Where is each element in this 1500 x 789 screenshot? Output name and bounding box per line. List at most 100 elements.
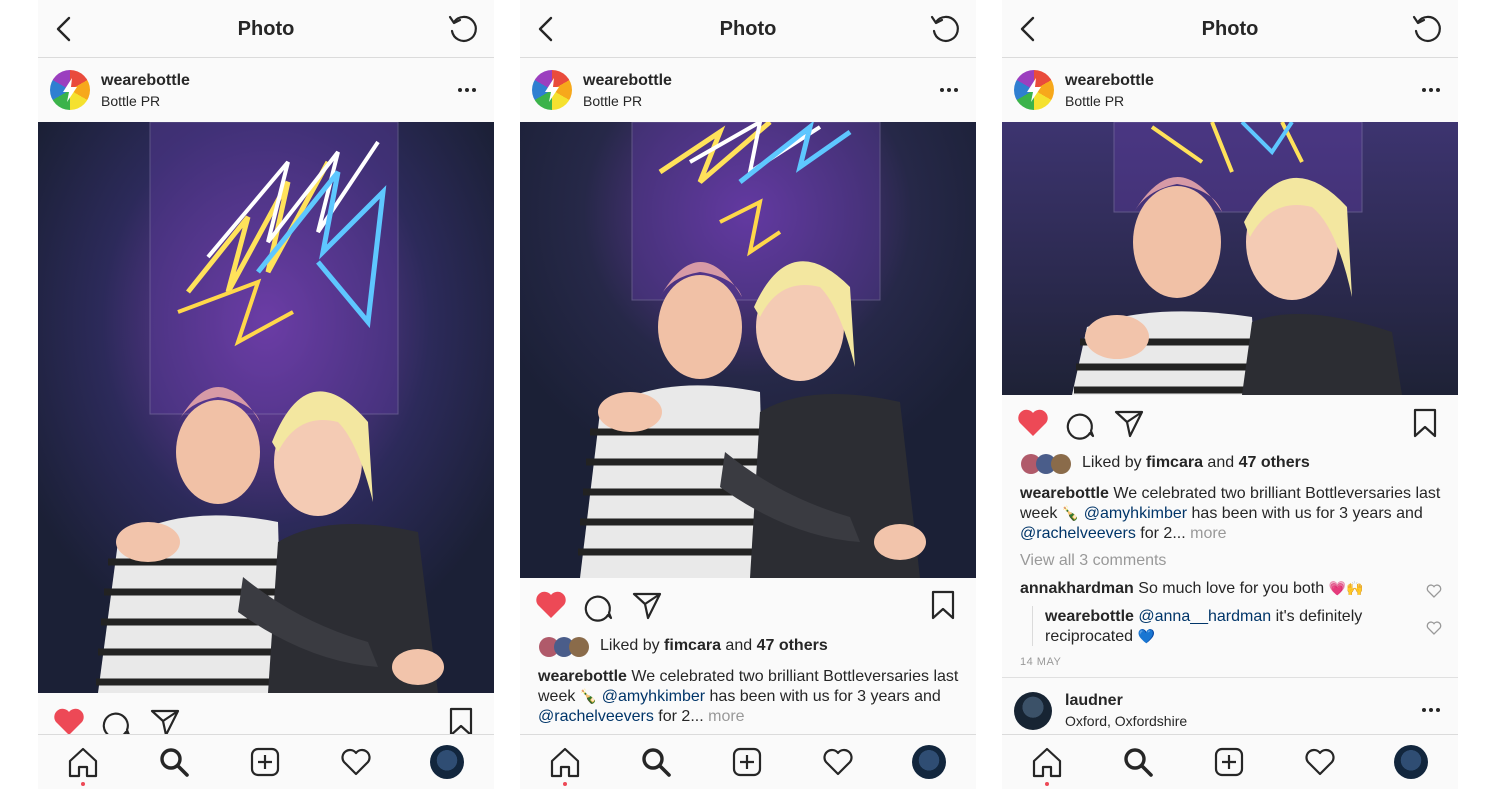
photo-image — [38, 122, 494, 693]
post-timestamp: 14 MAY — [1020, 656, 1062, 668]
next-post-location[interactable]: Oxford, Oxfordshire — [1065, 713, 1187, 729]
liked-by-row[interactable]: Liked by fimcara and 47 others — [538, 636, 968, 660]
avatar[interactable] — [532, 70, 572, 110]
post-action-bar — [1002, 398, 1458, 448]
avatar[interactable] — [50, 70, 90, 110]
page-title: Photo — [1201, 18, 1259, 40]
liked-by-and: and — [1207, 454, 1235, 471]
liked-by-prefix: Liked by — [600, 637, 660, 654]
comment: annakhardman So much love for you both 💗… — [1020, 579, 1420, 599]
post-location[interactable]: Bottle PR — [101, 93, 160, 109]
bolt-logo-icon — [63, 78, 77, 102]
post-action-bar — [520, 580, 976, 630]
post-location[interactable]: Bottle PR — [583, 93, 642, 109]
profile-avatar[interactable] — [1394, 745, 1428, 779]
photo-image — [1002, 122, 1458, 395]
search-icon[interactable] — [639, 745, 673, 779]
tab-bar — [520, 734, 976, 789]
caption-author[interactable]: wearebottle — [1020, 485, 1109, 502]
liked-by-text: Liked by fimcara and 47 others — [600, 637, 828, 655]
next-post-username[interactable]: laudner — [1065, 692, 1123, 710]
comment-reply: wearebottle @anna__hardman it's definite… — [1045, 607, 1415, 647]
caption-mention[interactable]: @rachelveevers — [538, 708, 654, 725]
liked-by-others[interactable]: 47 others — [757, 637, 828, 654]
search-icon[interactable] — [1121, 745, 1155, 779]
refresh-icon[interactable] — [446, 12, 480, 46]
refresh-icon[interactable] — [928, 12, 962, 46]
view-all-comments-link[interactable]: View all 3 comments — [1020, 552, 1166, 570]
more-options-icon[interactable] — [1420, 700, 1442, 720]
home-icon[interactable] — [548, 745, 582, 779]
caption-mention[interactable]: @amyhkimber — [602, 688, 705, 705]
caption-more-link[interactable]: more — [708, 708, 744, 725]
more-options-icon[interactable] — [938, 80, 960, 100]
post-caption: wearebottle We celebrated two brilliant … — [538, 667, 968, 727]
liked-by-row[interactable]: Liked by fimcara and 47 others — [1020, 453, 1450, 477]
post-header: wearebottle Bottle PR — [38, 58, 494, 122]
comment-author[interactable]: annakhardman — [1020, 580, 1134, 597]
share-icon[interactable] — [1112, 406, 1146, 440]
home-notification-dot — [81, 782, 85, 786]
home-icon[interactable] — [1030, 745, 1064, 779]
comment-text: So much love for you both — [1138, 580, 1325, 597]
liker-avatars-icon — [1021, 454, 1071, 474]
home-notification-dot — [563, 782, 567, 786]
profile-avatar[interactable] — [912, 745, 946, 779]
reply-author[interactable]: wearebottle — [1045, 608, 1134, 625]
liker-avatars-icon — [539, 637, 589, 657]
refresh-icon[interactable] — [1410, 12, 1444, 46]
caption-text: for 2... — [1140, 525, 1186, 542]
reply-thread-line — [1032, 606, 1033, 646]
search-icon[interactable] — [157, 745, 191, 779]
caption-mention[interactable]: @amyhkimber — [1084, 505, 1187, 522]
next-post-avatar[interactable] — [1014, 692, 1052, 730]
heart-outline-icon[interactable] — [821, 745, 855, 779]
post-divider — [1002, 677, 1458, 678]
bolt-logo-icon — [545, 78, 559, 102]
reply-mention[interactable]: @anna__hardman — [1138, 608, 1271, 625]
avatar[interactable] — [1014, 70, 1054, 110]
post-username[interactable]: wearebottle — [101, 72, 190, 90]
more-options-icon[interactable] — [1420, 80, 1442, 100]
post-username[interactable]: wearebottle — [1065, 72, 1154, 90]
comment-icon[interactable] — [1064, 406, 1098, 440]
bookmark-icon[interactable] — [926, 588, 960, 622]
share-icon[interactable] — [630, 588, 664, 622]
phone-screen-2: Photo wearebottle Bottle PR Liked by fim… — [520, 0, 976, 789]
caption-mention[interactable]: @rachelveevers — [1020, 525, 1136, 542]
liked-by-user[interactable]: fimcara — [1146, 454, 1203, 471]
heart-outline-icon[interactable] — [339, 745, 373, 779]
reply-emoji: 💙 — [1137, 629, 1155, 645]
comment-icon[interactable] — [582, 588, 616, 622]
phone-screen-3: Photo wearebottle Bottle PR Liked by fim… — [1002, 0, 1458, 789]
post-photo[interactable] — [38, 122, 494, 693]
post-header: wearebottle Bottle PR — [1002, 58, 1458, 122]
photo-image — [520, 122, 976, 578]
heart-filled-icon[interactable] — [1016, 406, 1050, 440]
post-username[interactable]: wearebottle — [583, 72, 672, 90]
add-icon[interactable] — [730, 745, 764, 779]
heart-outline-icon[interactable] — [1303, 745, 1337, 779]
comment-like-icon[interactable] — [1426, 583, 1442, 599]
caption-more-link[interactable]: more — [1190, 525, 1226, 542]
liked-by-user[interactable]: fimcara — [664, 637, 721, 654]
post-photo[interactable] — [1002, 122, 1458, 395]
caption-text: for 2... — [658, 708, 704, 725]
post-location[interactable]: Bottle PR — [1065, 93, 1124, 109]
bookmark-icon[interactable] — [1408, 406, 1442, 440]
profile-avatar[interactable] — [430, 745, 464, 779]
more-options-icon[interactable] — [456, 80, 478, 100]
add-icon[interactable] — [248, 745, 282, 779]
add-icon[interactable] — [1212, 745, 1246, 779]
liked-by-others[interactable]: 47 others — [1239, 454, 1310, 471]
post-photo[interactable] — [520, 122, 976, 578]
champagne-emoji: 🍾 — [579, 689, 598, 705]
reply-like-icon[interactable] — [1426, 620, 1442, 636]
phone-screen-1: Photo wearebottle Bottle PR — [38, 0, 494, 789]
comment-emoji: 💗🙌 — [1328, 581, 1364, 597]
home-icon[interactable] — [66, 745, 100, 779]
heart-filled-icon[interactable] — [534, 588, 568, 622]
page-title: Photo — [237, 18, 295, 40]
caption-author[interactable]: wearebottle — [538, 668, 627, 685]
nav-header: Photo — [38, 0, 494, 58]
